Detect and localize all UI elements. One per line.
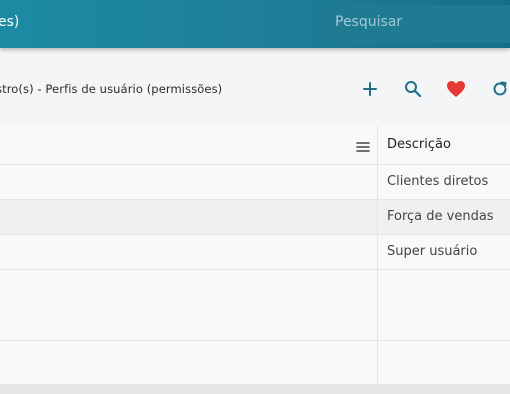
data-grid: Descrição Clientes diretos Força de vend… (0, 126, 510, 385)
app-title: es) (0, 14, 20, 30)
column-menu-button[interactable] (356, 138, 370, 157)
hamburger-menu-icon (356, 142, 370, 152)
cell-descricao: Super usuário (387, 244, 478, 259)
grid-header: Descrição (0, 126, 510, 165)
table-row[interactable]: Força de vendas (0, 200, 510, 235)
table-row[interactable]: Super usuário (0, 235, 510, 270)
add-button[interactable] (358, 77, 382, 101)
search-icon (405, 81, 422, 98)
heart-icon (447, 81, 465, 97)
column-divider (377, 126, 378, 383)
toolbar: stro(s) - Perfis de usuário (permissões) (0, 66, 510, 112)
refresh-button[interactable] (488, 77, 510, 101)
breadcrumb: stro(s) - Perfis de usuário (permissões) (0, 82, 223, 96)
search-placeholder: Pesquisar (335, 14, 403, 30)
add-icon (363, 82, 377, 96)
horizontal-scrollbar[interactable] (0, 384, 510, 394)
table-row[interactable]: Clientes diretos (0, 165, 510, 200)
cell-descricao: Força de vendas (387, 209, 494, 224)
column-header-descricao[interactable]: Descrição (387, 137, 451, 152)
cell-descricao: Clientes diretos (387, 174, 489, 189)
search-button[interactable] (401, 77, 425, 101)
search-input[interactable]: Pesquisar (324, 5, 510, 43)
refresh-icon (493, 81, 507, 96)
favorite-button[interactable] (444, 77, 468, 101)
app-header: es) Pesquisar (0, 0, 510, 48)
grid-footer-row (0, 340, 510, 385)
